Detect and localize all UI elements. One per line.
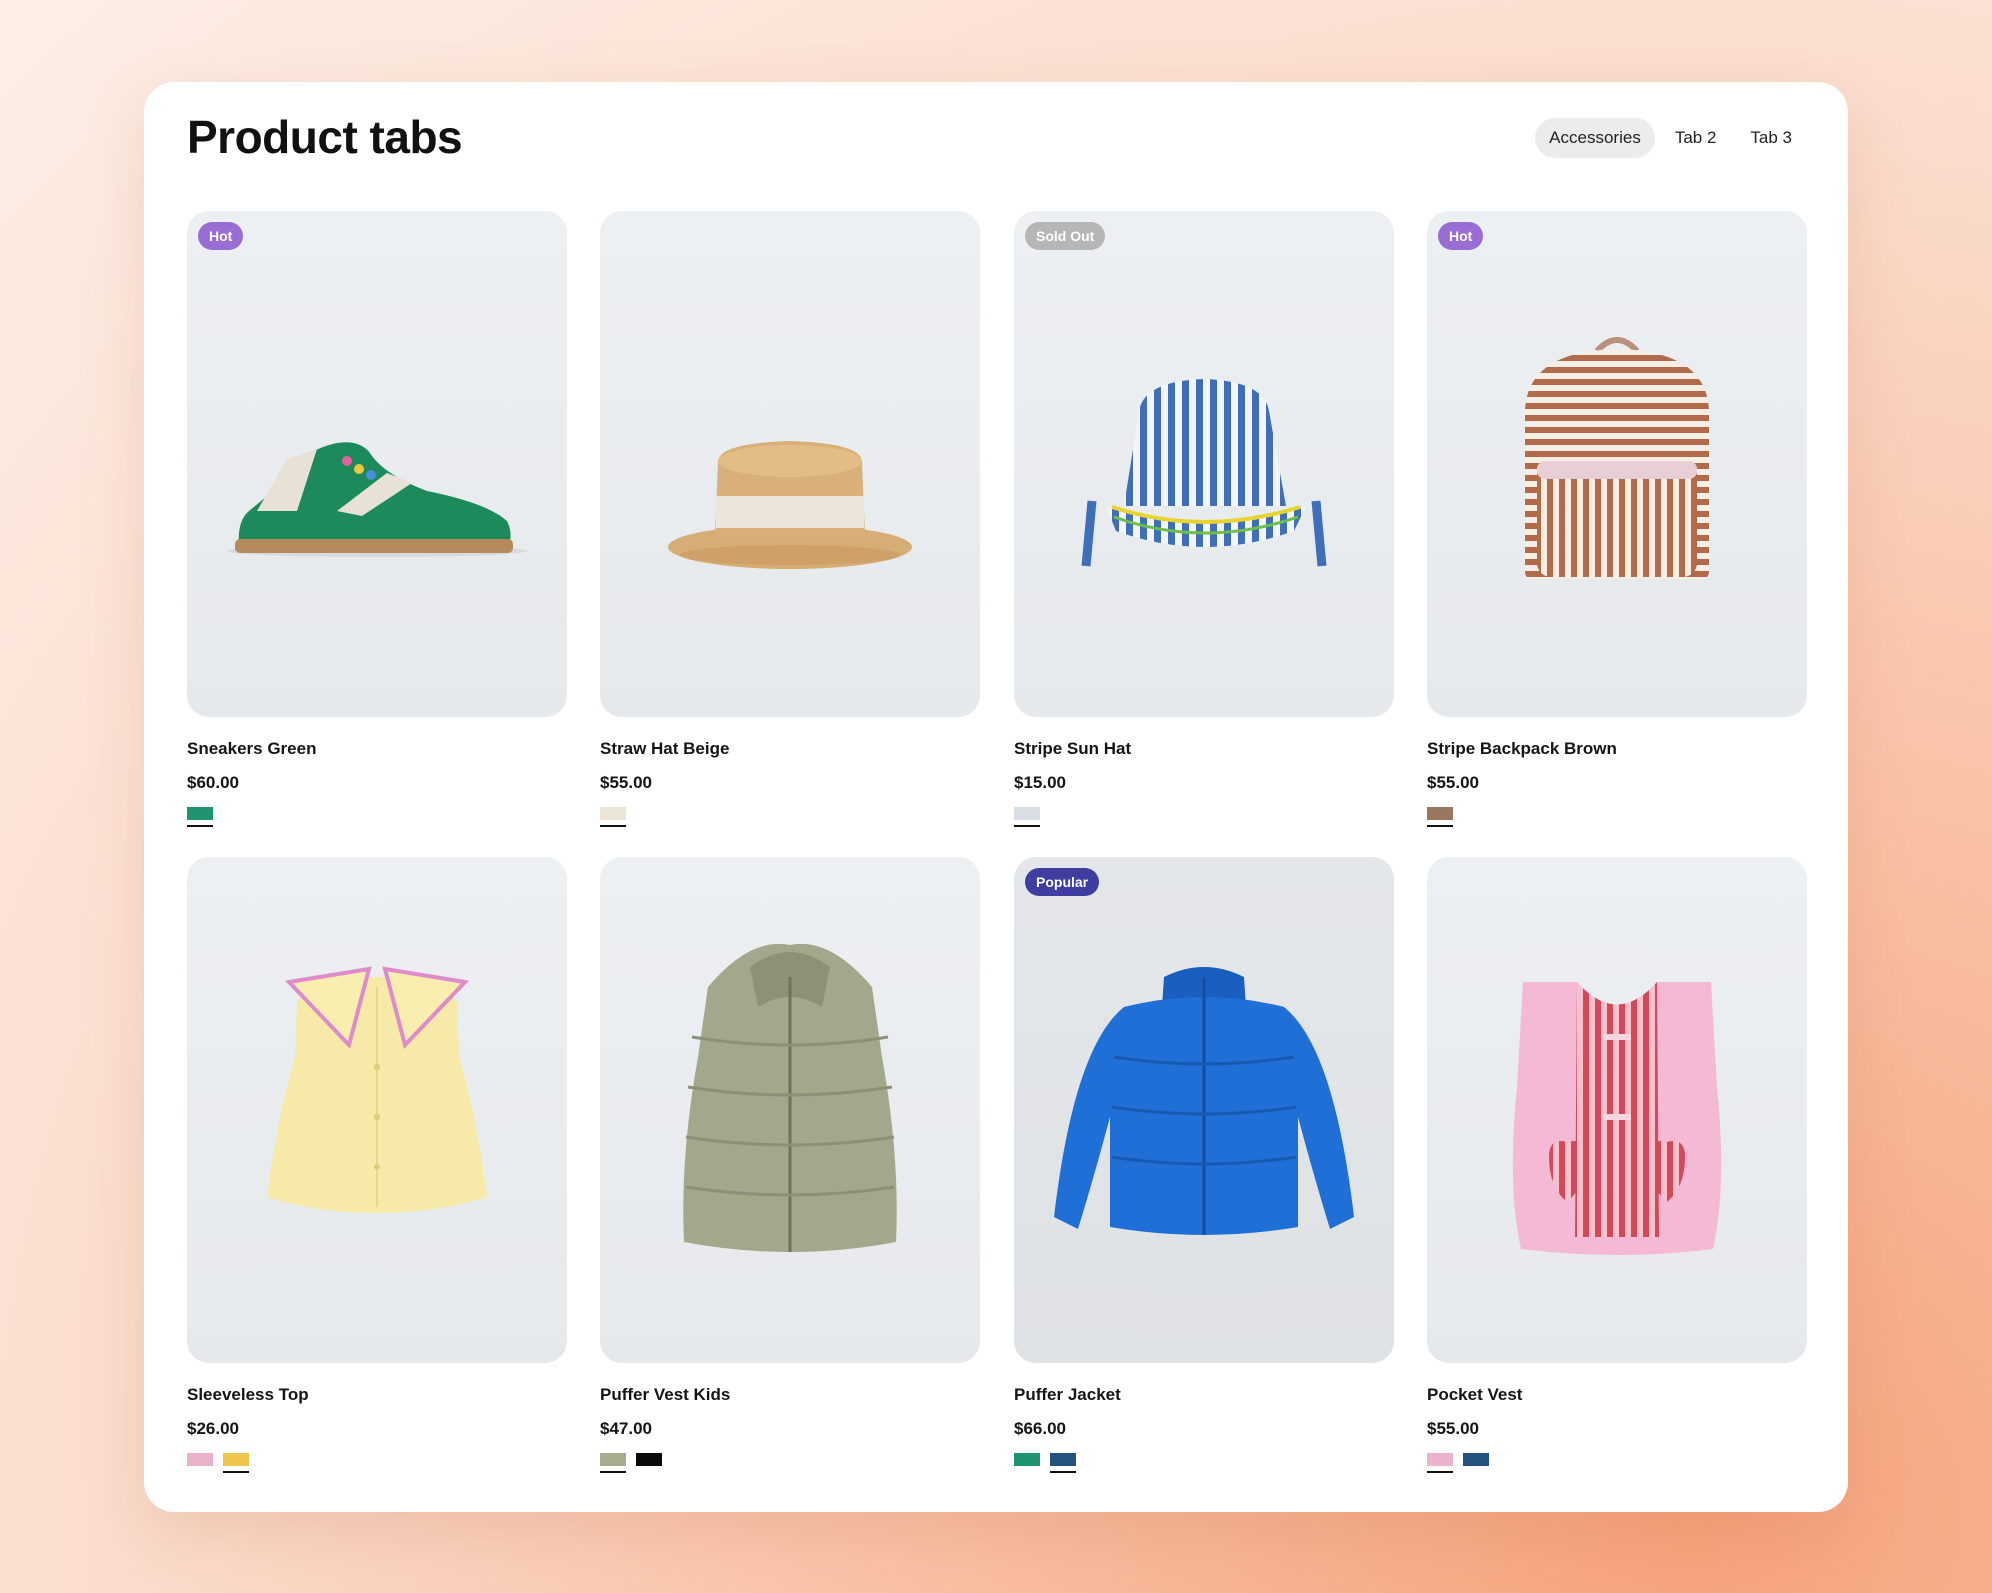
- color-swatch-brown[interactable]: [1427, 807, 1453, 827]
- color-swatch-sage[interactable]: [600, 1453, 626, 1473]
- color-swatches: [187, 1453, 567, 1473]
- product-image[interactable]: [600, 857, 980, 1363]
- product-price: $26.00: [187, 1419, 239, 1438]
- product-card[interactable]: Sleeveless Top $26.00: [187, 857, 567, 1473]
- sold-out-badge: Sold Out: [1025, 222, 1106, 250]
- puffer-vest-image: [683, 943, 897, 1252]
- tab-bar: Accessories Tab 2 Tab 3: [1535, 118, 1806, 158]
- color-swatches: [187, 807, 567, 827]
- product-card[interactable]: Hot Sneakers Green $60.00: [187, 211, 567, 827]
- color-swatches: [1014, 1453, 1394, 1473]
- product-name[interactable]: Pocket Vest: [1427, 1385, 1807, 1405]
- color-swatch-green[interactable]: [1014, 1453, 1040, 1466]
- product-image[interactable]: Hot: [1427, 211, 1807, 717]
- sleeveless-top-image: [267, 966, 487, 1213]
- product-name[interactable]: Sleeveless Top: [187, 1385, 567, 1405]
- product-image[interactable]: Sold Out: [1014, 211, 1394, 717]
- product-image[interactable]: Hot: [187, 211, 567, 717]
- product-price: $55.00: [600, 773, 652, 792]
- puffer-jacket-image: [1054, 967, 1354, 1235]
- product-card[interactable]: Hot Stripe Backpack Brown $55.00: [1427, 211, 1807, 827]
- product-name[interactable]: Puffer Vest Kids: [600, 1385, 980, 1405]
- product-image[interactable]: [187, 857, 567, 1363]
- product-image[interactable]: [1427, 857, 1807, 1363]
- product-name[interactable]: Puffer Jacket: [1014, 1385, 1394, 1405]
- color-swatches: [600, 1453, 980, 1473]
- color-swatch-beige[interactable]: [600, 807, 626, 827]
- hot-badge: Hot: [198, 222, 244, 250]
- product-price: $47.00: [600, 1419, 652, 1438]
- product-card[interactable]: Pocket Vest $55.00: [1427, 857, 1807, 1473]
- product-price: $55.00: [1427, 773, 1479, 792]
- product-image[interactable]: Popular: [1014, 857, 1394, 1363]
- product-price: $15.00: [1014, 773, 1066, 792]
- hot-badge: Hot: [1438, 222, 1484, 250]
- popular-badge: Popular: [1025, 868, 1100, 896]
- product-card[interactable]: Sold Out Stripe Sun Hat $15.00: [1014, 211, 1394, 827]
- tab-accessories[interactable]: Accessories: [1535, 118, 1655, 158]
- color-swatch-navy[interactable]: [1463, 1453, 1489, 1466]
- pocket-vest-image: [1512, 982, 1722, 1255]
- bucket-hat-image: [1081, 379, 1327, 567]
- product-card[interactable]: Straw Hat Beige $55.00: [600, 211, 980, 827]
- product-price: $55.00: [1427, 1419, 1479, 1438]
- color-swatch-black[interactable]: [636, 1453, 662, 1466]
- product-price: $60.00: [187, 773, 239, 792]
- backpack-image: [1525, 337, 1709, 579]
- product-name[interactable]: Sneakers Green: [187, 739, 567, 759]
- product-image[interactable]: [600, 211, 980, 717]
- product-name[interactable]: Straw Hat Beige: [600, 739, 980, 759]
- tab-3[interactable]: Tab 3: [1736, 118, 1806, 158]
- color-swatch-green[interactable]: [187, 807, 213, 827]
- color-swatch-pink[interactable]: [187, 1453, 213, 1466]
- tab-2[interactable]: Tab 2: [1661, 118, 1731, 158]
- sneaker-image: [227, 442, 527, 557]
- product-name[interactable]: Stripe Sun Hat: [1014, 739, 1394, 759]
- color-swatches: [1014, 807, 1394, 827]
- product-tabs-panel: Product tabs Accessories Tab 2 Tab 3 Hot…: [144, 82, 1848, 1512]
- straw-hat-image: [668, 441, 912, 569]
- product-card[interactable]: Puffer Vest Kids $47.00: [600, 857, 980, 1473]
- color-swatch-navy[interactable]: [1050, 1453, 1076, 1473]
- color-swatches: [600, 807, 980, 827]
- color-swatch-pink[interactable]: [1427, 1453, 1453, 1473]
- color-swatch-light-blue[interactable]: [1014, 807, 1040, 827]
- color-swatches: [1427, 807, 1807, 827]
- product-name[interactable]: Stripe Backpack Brown: [1427, 739, 1807, 759]
- color-swatch-yellow[interactable]: [223, 1453, 249, 1473]
- color-swatches: [1427, 1453, 1807, 1473]
- product-card[interactable]: Popular Puffer Jacket $66.00: [1014, 857, 1394, 1473]
- page-title: Product tabs: [187, 111, 463, 163]
- product-price: $66.00: [1014, 1419, 1066, 1438]
